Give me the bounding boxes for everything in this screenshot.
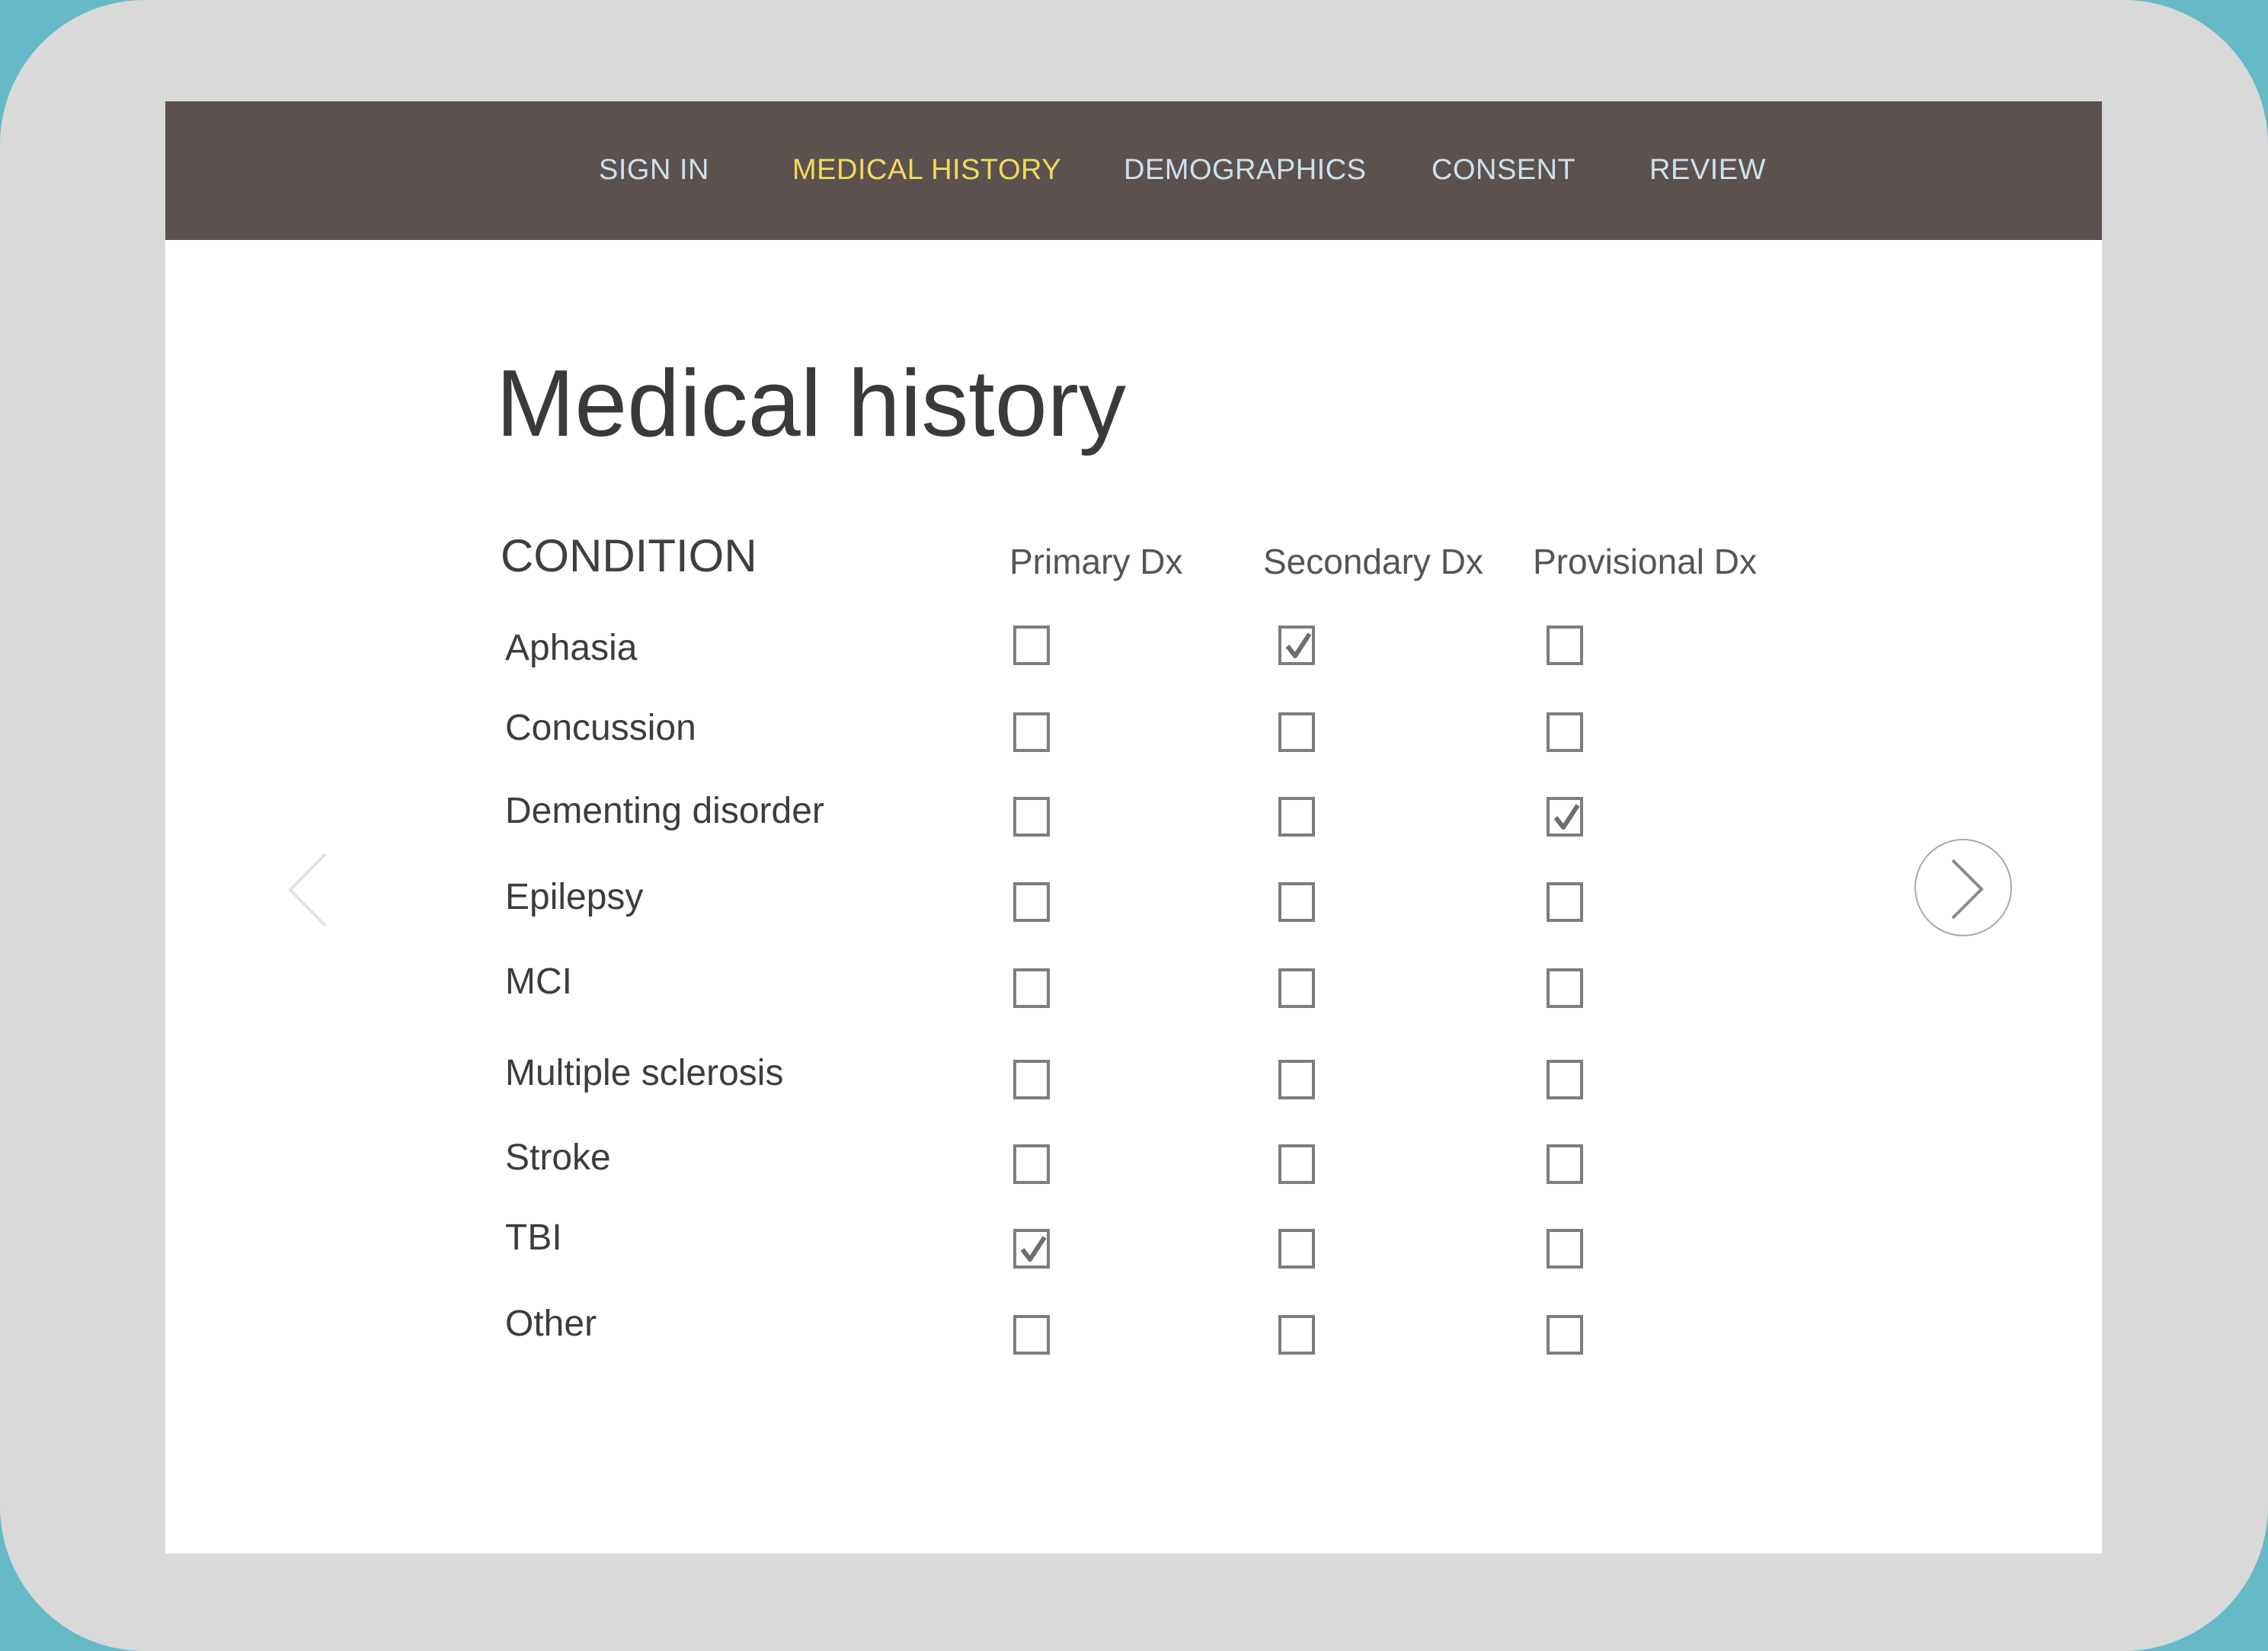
condition-label-mci: MCI (505, 961, 572, 1002)
condition-label-tbi: TBI (505, 1217, 562, 1258)
checkbox-concussion-provisional-dx[interactable] (1547, 712, 1583, 752)
column-header-provisional-dx: Provisional Dx (1533, 542, 1757, 581)
checkbox-concussion-secondary-dx[interactable] (1278, 712, 1315, 752)
checkbox-tbi-provisional-dx[interactable] (1547, 1229, 1583, 1269)
nav-item-consent[interactable]: CONSENT (1431, 149, 1575, 191)
condition-label-dementing-disorder: Dementing disorder (505, 791, 824, 831)
checkmark-icon (1285, 632, 1312, 658)
condition-label-stroke: Stroke (505, 1137, 611, 1178)
tablet-frame: SIGN IN MEDICAL HISTORY DEMOGRAPHICS CON… (0, 0, 2268, 1651)
checkbox-dementing-disorder-secondary-dx[interactable] (1278, 797, 1315, 837)
chevron-left-icon (288, 853, 327, 927)
condition-label-other: Other (505, 1304, 597, 1344)
checkbox-mci-secondary-dx[interactable] (1278, 968, 1315, 1008)
checkbox-mci-provisional-dx[interactable] (1547, 968, 1583, 1008)
column-header-primary-dx: Primary Dx (1009, 542, 1183, 581)
checkbox-aphasia-primary-dx[interactable] (1013, 626, 1050, 665)
nav-item-demographics[interactable]: DEMOGRAPHICS (1124, 149, 1366, 191)
checkbox-mci-primary-dx[interactable] (1013, 968, 1050, 1008)
condition-label-epilepsy: Epilepsy (505, 877, 644, 917)
condition-label-aphasia: Aphasia (505, 628, 638, 668)
checkmark-icon (1020, 1236, 1047, 1262)
chevron-right-icon (1951, 859, 1984, 920)
checkbox-multiple-sclerosis-secondary-dx[interactable] (1278, 1060, 1315, 1099)
checkbox-aphasia-secondary-dx[interactable] (1278, 626, 1315, 665)
checkbox-other-primary-dx[interactable] (1013, 1315, 1050, 1355)
nav-item-review[interactable]: REVIEW (1649, 149, 1766, 191)
condition-label-multiple-sclerosis: Multiple sclerosis (505, 1053, 784, 1093)
nav-item-sign-in[interactable]: SIGN IN (599, 149, 709, 191)
checkbox-epilepsy-secondary-dx[interactable] (1278, 882, 1315, 922)
column-header-secondary-dx: Secondary Dx (1263, 542, 1483, 581)
nav-item-medical-history[interactable]: MEDICAL HISTORY (792, 149, 1061, 191)
next-page-button[interactable] (1915, 839, 2012, 936)
checkbox-other-secondary-dx[interactable] (1278, 1315, 1315, 1355)
checkbox-multiple-sclerosis-provisional-dx[interactable] (1547, 1060, 1583, 1099)
checkbox-other-provisional-dx[interactable] (1547, 1315, 1583, 1355)
page-title: Medical history (496, 351, 1126, 456)
checkbox-stroke-secondary-dx[interactable] (1278, 1144, 1315, 1184)
checkmark-icon (1553, 804, 1580, 830)
checkbox-concussion-primary-dx[interactable] (1013, 712, 1050, 752)
checkbox-dementing-disorder-primary-dx[interactable] (1013, 797, 1050, 837)
checkbox-stroke-provisional-dx[interactable] (1547, 1144, 1583, 1184)
app-screen: SIGN IN MEDICAL HISTORY DEMOGRAPHICS CON… (165, 101, 2102, 1553)
checkbox-dementing-disorder-provisional-dx[interactable] (1547, 797, 1583, 837)
checkbox-tbi-primary-dx[interactable] (1013, 1229, 1050, 1269)
checkbox-epilepsy-provisional-dx[interactable] (1547, 882, 1583, 922)
condition-header: CONDITION (501, 530, 757, 581)
previous-page-button[interactable] (280, 848, 341, 932)
top-nav-bar: SIGN IN MEDICAL HISTORY DEMOGRAPHICS CON… (165, 101, 2102, 240)
checkbox-epilepsy-primary-dx[interactable] (1013, 882, 1050, 922)
checkbox-aphasia-provisional-dx[interactable] (1547, 626, 1583, 665)
checkbox-tbi-secondary-dx[interactable] (1278, 1229, 1315, 1269)
condition-label-concussion: Concussion (505, 708, 696, 748)
checkbox-stroke-primary-dx[interactable] (1013, 1144, 1050, 1184)
checkbox-multiple-sclerosis-primary-dx[interactable] (1013, 1060, 1050, 1099)
